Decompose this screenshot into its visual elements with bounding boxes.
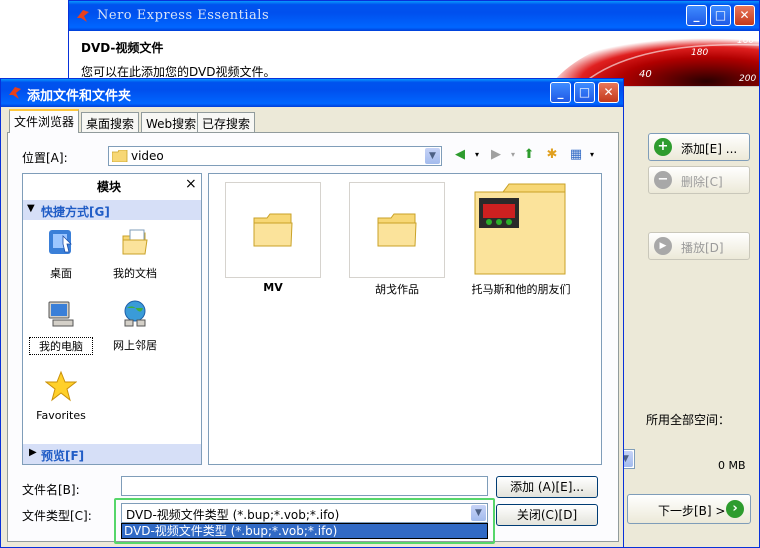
add-button[interactable]: + 添加[E] ...	[648, 133, 750, 161]
chevron-down-icon: ▼	[425, 148, 440, 164]
nero-title-bar[interactable]: Nero Express Essentials _ □ ✕	[69, 1, 759, 31]
my-documents-icon	[122, 229, 148, 255]
folder-label: MV	[263, 281, 283, 294]
total-space-label: 所用全部空间：	[646, 413, 731, 427]
filetype-combo[interactable]: DVD-视频文件类型 (*.bup;*.vob;*.ifo) ▼	[121, 503, 488, 523]
folder-icon	[112, 150, 128, 162]
up-folder-icon[interactable]: ⬆	[520, 146, 538, 164]
expand-arrow-icon: ▶	[29, 447, 37, 458]
gauge-number: 180	[691, 48, 708, 58]
location-label: 位置[A]:	[22, 151, 68, 165]
nero-window-title: Nero Express Essentials	[97, 8, 270, 23]
next-button-label: 下一步[B] >	[658, 504, 726, 518]
tab-saved-search[interactable]: 已存搜索	[197, 112, 256, 132]
arrow-right-icon: ›	[726, 500, 744, 518]
back-icon[interactable]: ◀	[451, 146, 469, 164]
view-dropdown-icon[interactable]: ▾	[583, 146, 601, 164]
shortcuts-section-header[interactable]: ▼ 快捷方式[G]	[23, 200, 201, 220]
shortcut-label: 网上邻居	[113, 339, 157, 352]
folder-label: 胡戈作品	[375, 283, 419, 296]
plus-icon: +	[654, 138, 672, 156]
gauge-number: 200	[739, 74, 756, 84]
dialog-title-bar[interactable]: 添加文件和文件夹 _ □ ✕	[1, 79, 623, 107]
play-icon: ▶	[654, 237, 672, 255]
tab-desktop-search[interactable]: 桌面搜索	[81, 112, 140, 132]
total-space-value: 0 MB	[718, 459, 746, 472]
maximize-button[interactable]: □	[574, 82, 595, 103]
add-files-button-label: 添加 (A)[E]...	[510, 480, 584, 494]
add-files-button[interactable]: 添加 (A)[E]...	[496, 476, 598, 498]
dialog-title: 添加文件和文件夹	[27, 89, 132, 104]
play-button[interactable]: ▶ 播放[D]	[648, 232, 750, 260]
folder-label: 托马斯和他的朋友们	[471, 283, 571, 296]
shortcut-favorites[interactable]: Favorites	[29, 370, 93, 422]
nero-app-icon	[77, 10, 89, 22]
folder-item-thomas[interactable]	[473, 182, 567, 276]
my-computer-icon	[48, 301, 74, 327]
preview-title: 预览[F]	[41, 449, 85, 463]
close-button[interactable]: ✕	[598, 82, 619, 103]
filetype-dropdown-option[interactable]: DVD-视频文件类型 (*.bup;*.vob;*.ifo)	[121, 523, 488, 539]
close-button[interactable]: ✕	[734, 5, 755, 26]
shortcut-label: 我的文档	[113, 267, 157, 280]
desktop-icon	[49, 230, 72, 254]
folder-icon	[253, 213, 293, 247]
folder-item-hu-ge[interactable]	[349, 182, 445, 278]
tab-label: 文件浏览器	[14, 115, 75, 129]
minus-icon: −	[654, 171, 672, 189]
folder-item-mv[interactable]	[225, 182, 321, 278]
close-dialog-button[interactable]: 关闭(C)[D]	[496, 504, 598, 526]
tab-label: 桌面搜索	[86, 117, 135, 131]
nero-header-title: DVD-视频文件	[81, 41, 164, 55]
modules-header: 模块	[97, 180, 122, 194]
filetype-label: 文件类型[C]:	[22, 509, 92, 523]
chevron-down-icon: ▼	[471, 505, 486, 521]
new-folder-icon[interactable]: ✱	[543, 146, 561, 164]
delete-button-label: 删除[C]	[681, 175, 723, 189]
shortcut-label: 我的电脑	[29, 337, 93, 355]
shortcut-my-documents[interactable]: 我的文档	[103, 226, 167, 281]
shortcut-label: Favorites	[36, 409, 86, 422]
shortcut-desktop[interactable]: 桌面	[29, 226, 93, 281]
tab-label: 已存搜索	[202, 117, 251, 131]
tab-web-search[interactable]: Web搜索	[141, 112, 202, 132]
star-icon	[44, 370, 78, 402]
close-icon[interactable]: ×	[185, 176, 197, 192]
location-value: video	[131, 149, 164, 163]
play-button-label: 播放[D]	[681, 241, 724, 255]
file-list-pane: MV 胡戈作品 托马斯和他的朋友们	[208, 173, 602, 465]
filename-label: 文件名[B]:	[22, 483, 80, 497]
minimize-button[interactable]: _	[686, 5, 707, 26]
gauge-number: 40	[639, 69, 652, 80]
collapse-arrow-icon: ▼	[27, 203, 35, 214]
folder-thumbnail-icon	[474, 183, 566, 275]
preview-section-header[interactable]: ▶ 预览[F]	[23, 444, 201, 464]
minimize-button[interactable]: _	[550, 82, 571, 103]
shortcut-network[interactable]: 网上邻居	[103, 298, 167, 353]
gauge-number: 160	[737, 36, 754, 46]
network-places-icon	[124, 300, 146, 327]
shortcut-label: 桌面	[50, 267, 72, 280]
shortcut-my-computer[interactable]: 我的电脑	[29, 298, 93, 355]
next-button[interactable]: 下一步[B] > ›	[627, 494, 751, 524]
modules-pane: 模块 × ▼ 快捷方式[G] 桌面 我的文档 我的电脑 网上邻居 Favorit…	[22, 173, 202, 465]
filename-input[interactable]	[121, 476, 488, 496]
shortcuts-title: 快捷方式[G]	[41, 205, 110, 219]
tab-file-browser[interactable]: 文件浏览器	[9, 109, 80, 133]
delete-button[interactable]: − 删除[C]	[648, 166, 750, 194]
location-combo[interactable]: video ▼	[108, 146, 442, 166]
folder-icon	[377, 213, 417, 247]
back-dropdown-icon[interactable]: ▾	[468, 146, 486, 164]
close-dialog-button-label: 关闭(C)[D]	[516, 508, 578, 522]
add-button-label: 添加[E] ...	[681, 142, 738, 156]
forward-icon[interactable]: ▶	[487, 146, 505, 164]
filetype-value: DVD-视频文件类型 (*.bup;*.vob;*.ifo)	[126, 508, 340, 522]
nero-app-icon	[9, 87, 21, 99]
tab-label: Web搜索	[146, 117, 197, 131]
maximize-button[interactable]: □	[710, 5, 731, 26]
